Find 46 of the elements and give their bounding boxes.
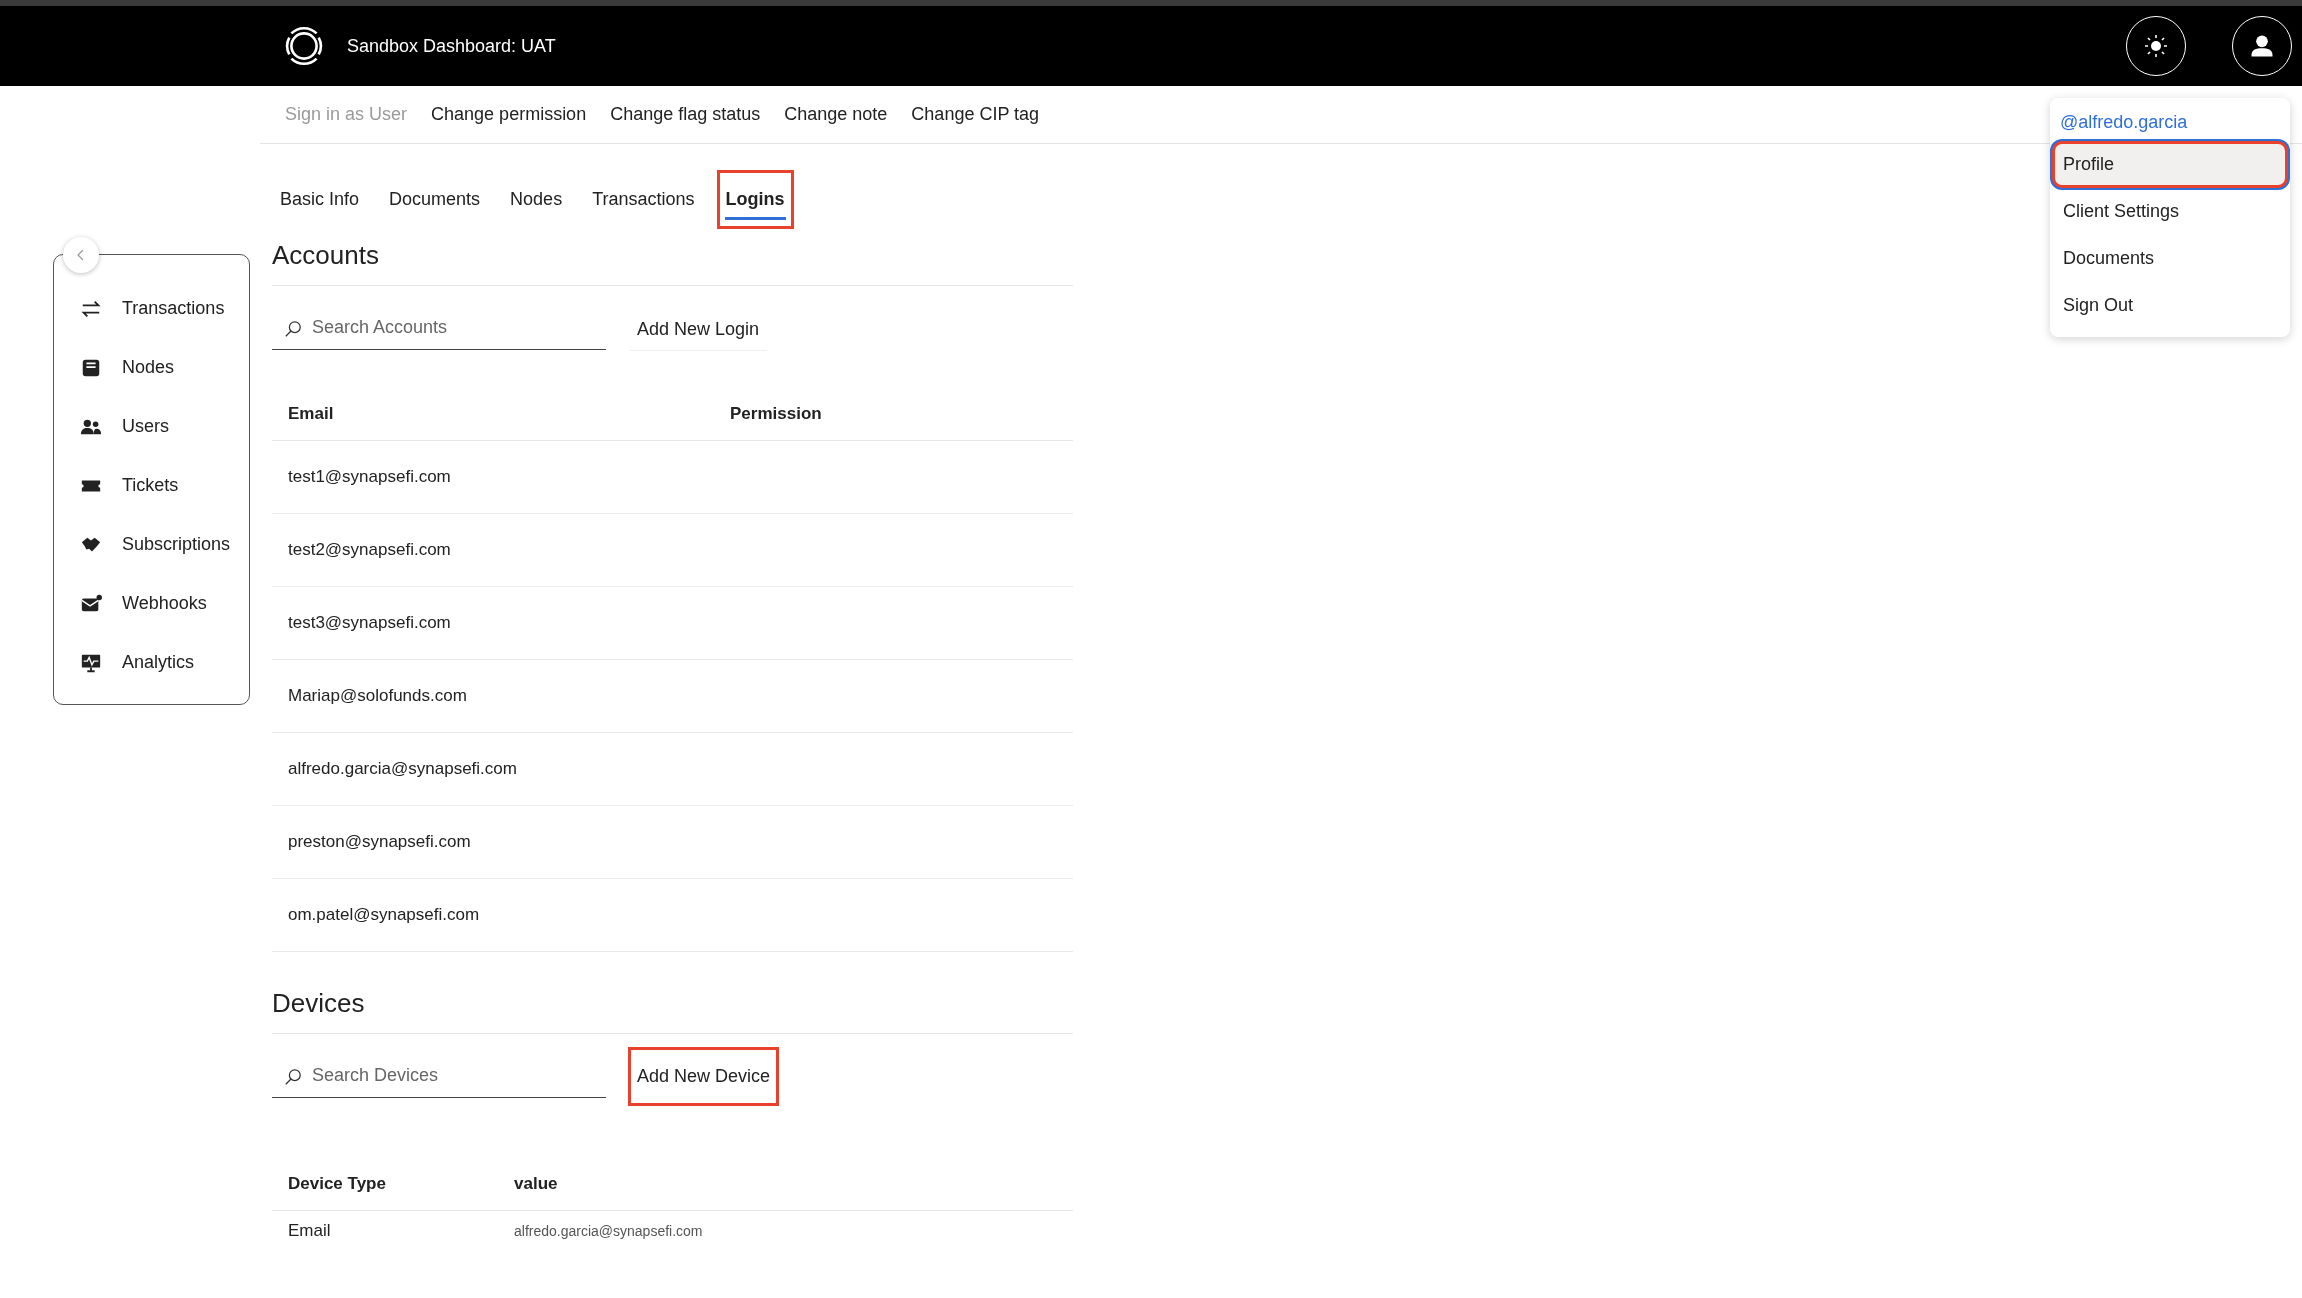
table-cell: test2@synapsefi.com — [288, 540, 451, 559]
search-field[interactable]: Search Accounts — [272, 306, 606, 350]
search-icon — [284, 320, 302, 338]
add-button[interactable]: Add New Device — [628, 1046, 780, 1106]
theme-toggle-button[interactable] — [2126, 16, 2186, 76]
username-label: @alfredo.garcia — [2059, 111, 2189, 134]
sidebar-item[interactable]: Nodes — [54, 338, 249, 397]
section-heading: Accounts — [272, 234, 1073, 286]
dashboard-title: Sandbox Dashboard: UAT — [347, 35, 556, 57]
table-cell: preston@synapsefi.com — [288, 832, 471, 851]
sidebar-item[interactable]: Users — [54, 397, 249, 456]
table-cell: alfredo.garcia@synapsefi.com — [288, 759, 517, 778]
menu-item[interactable]: Client Settings — [2052, 188, 2288, 235]
tab[interactable]: Logins — [716, 169, 794, 229]
tab[interactable]: Transactions — [584, 170, 703, 228]
ring-logo-icon — [283, 25, 325, 67]
table-cell: test1@synapsefi.com — [288, 467, 451, 486]
column-header: value — [498, 1158, 1073, 1211]
column-header: Device Type — [272, 1158, 498, 1211]
table-cell: test3@synapsefi.com — [288, 613, 451, 632]
sidebar-item[interactable]: Transactions — [54, 279, 249, 338]
table-cell: om.patel@synapsefi.com — [288, 905, 480, 924]
tab[interactable]: Basic Info — [272, 170, 368, 228]
column-header: Permission — [714, 388, 1073, 441]
search-icon — [284, 1068, 302, 1086]
section-heading: Devices — [272, 982, 1073, 1034]
sidebar-item[interactable]: Subscriptions — [54, 515, 249, 574]
account-button[interactable] — [2232, 16, 2292, 76]
menu-item[interactable]: Profile — [2052, 141, 2288, 188]
sidebar-item[interactable]: Webhooks — [54, 574, 249, 633]
menu-item[interactable]: Sign Out — [2052, 282, 2288, 329]
tab[interactable]: Documents — [381, 170, 489, 228]
menu-item[interactable]: Documents — [2052, 235, 2288, 282]
action-link[interactable]: Change flag status — [610, 104, 761, 125]
action-link[interactable]: Change permission — [431, 104, 587, 125]
table-cell: alfredo.garcia@synapsefi.com — [514, 1223, 703, 1239]
tab[interactable]: Nodes — [502, 170, 571, 228]
search-field[interactable]: Search Devices — [272, 1054, 606, 1098]
sun-icon — [2144, 34, 2168, 58]
sidebar-item[interactable]: Tickets — [54, 456, 249, 515]
table-cell: Mariap@solofunds.com — [288, 686, 467, 705]
action-link[interactable]: Change CIP tag — [911, 104, 1040, 125]
sidebar-item[interactable]: Analytics — [54, 633, 249, 692]
action-link[interactable]: Change note — [784, 104, 888, 125]
table-cell: Email — [288, 1221, 331, 1240]
column-header: Email — [272, 388, 714, 441]
